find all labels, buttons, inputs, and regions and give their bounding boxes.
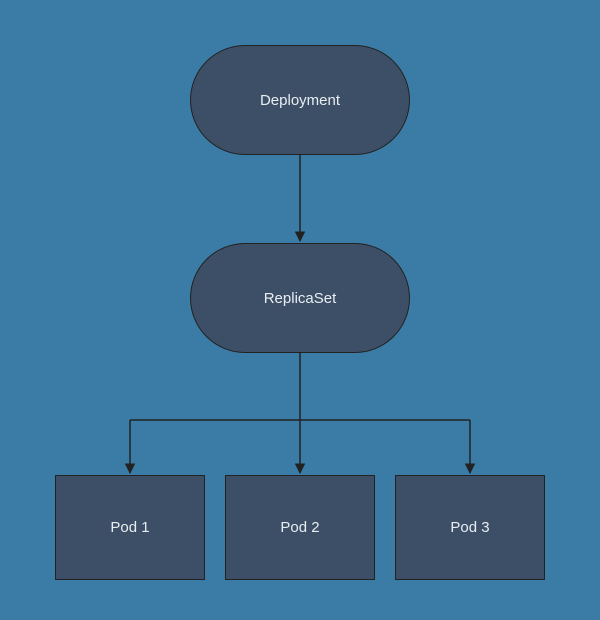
node-pod3: Pod 3 (395, 475, 545, 580)
node-deployment-label: Deployment (260, 92, 340, 109)
node-replicaset-label: ReplicaSet (264, 290, 337, 307)
node-pod3-label: Pod 3 (450, 519, 489, 536)
node-replicaset: ReplicaSet (190, 243, 410, 353)
node-deployment: Deployment (190, 45, 410, 155)
diagram-canvas: Deployment ReplicaSet Pod 1 Pod 2 Pod 3 (0, 0, 600, 620)
node-pod2-label: Pod 2 (280, 519, 319, 536)
node-pod1-label: Pod 1 (110, 519, 149, 536)
node-pod2: Pod 2 (225, 475, 375, 580)
node-pod1: Pod 1 (55, 475, 205, 580)
